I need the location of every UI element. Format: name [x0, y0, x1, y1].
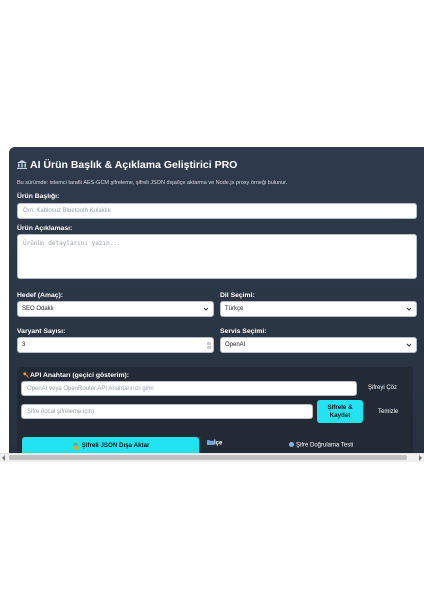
scroll-left-arrow[interactable] — [2, 455, 5, 461]
horizontal-scrollbar[interactable] — [0, 453, 424, 462]
variants-label: Varyant Sayısı: — [17, 328, 66, 335]
folder-icon — [207, 440, 214, 445]
goal-selected: SEO Odaklı — [22, 306, 54, 312]
encrypt-save-button[interactable]: Şifrele & Kaydet — [317, 400, 363, 423]
product-title-label: Ürün Başlığı: — [17, 193, 60, 200]
goal-label: Hedef (Amaç): — [17, 292, 64, 299]
password-placeholder: Şifre (local şifreleme için) — [27, 408, 95, 415]
service-select[interactable]: OpenAI — [220, 337, 417, 353]
password-test-button[interactable]: Şifre Doğrulama Testi — [289, 442, 353, 449]
product-title-placeholder: Örn: Kablosuz Bluetooth Kulaklık — [23, 208, 111, 214]
lock-icon — [72, 442, 78, 450]
api-title: API Anahtarı (geçici gösterim): — [23, 372, 129, 379]
app-description: Bu sürümde: istemci taraflı AES-GCM şifr… — [17, 180, 288, 186]
export-json-label: Şifreli JSON Dışa Aktar — [81, 442, 150, 450]
api-title-text: API Anahtarı (geçici gösterim): — [30, 372, 130, 379]
import-button[interactable]: İçe — [207, 439, 222, 447]
scrollbar-thumb[interactable] — [9, 455, 407, 460]
main-panel: AI Ürün Başlık & Açıklama Geliştirici PR… — [9, 147, 424, 453]
chevron-down-icon — [406, 343, 412, 347]
variants-input[interactable]: 3 — [17, 337, 214, 353]
chevron-down-icon — [203, 307, 209, 311]
chevron-down-icon — [406, 307, 412, 311]
bank-icon — [17, 160, 27, 169]
api-key-input[interactable]: OpenAI veya OpenRouter API Anahtarınızı … — [21, 381, 357, 396]
service-selected: OpenAI — [225, 342, 246, 348]
password-input[interactable]: Şifre (local şifreleme için) — [21, 404, 313, 419]
app-title-text: AI Ürün Başlık & Açıklama Geliştirici PR… — [30, 159, 238, 171]
api-key-placeholder: OpenAI veya OpenRouter API Anahtarınızı … — [27, 385, 154, 392]
language-label: Dil Seçimi: — [220, 292, 255, 299]
app-title: AI Ürün Başlık & Açıklama Geliştirici PR… — [17, 159, 237, 171]
dot-icon — [289, 442, 294, 447]
clear-button[interactable]: Temizle — [378, 409, 398, 415]
goal-select[interactable]: SEO Odaklı — [17, 301, 214, 317]
product-desc-textarea[interactable]: Ürünün detaylarını yazın... — [17, 234, 417, 279]
import-label: İçe — [214, 440, 223, 447]
product-desc-placeholder: Ürünün detaylarını yazın... — [23, 240, 121, 247]
language-selected: Türkçe — [225, 306, 244, 312]
decrypt-button[interactable]: Şifreyi Çöz — [368, 385, 397, 391]
export-json-button[interactable]: Şifreli JSON Dışa Aktar — [22, 437, 199, 453]
api-key-section: API Anahtarı (geçici gösterim): OpenAI v… — [17, 367, 413, 453]
product-title-input[interactable]: Örn: Kablosuz Bluetooth Kulaklık — [17, 203, 417, 219]
number-stepper[interactable] — [207, 341, 211, 349]
scroll-right-arrow[interactable] — [419, 455, 422, 461]
language-select[interactable]: Türkçe — [220, 301, 417, 317]
password-test-label: Şifre Doğrulama Testi — [296, 442, 354, 449]
variants-value: 3 — [22, 342, 26, 348]
key-icon — [23, 372, 29, 378]
service-label: Servis Seçimi: — [220, 328, 267, 335]
product-desc-label: Ürün Açıklaması: — [17, 225, 73, 232]
